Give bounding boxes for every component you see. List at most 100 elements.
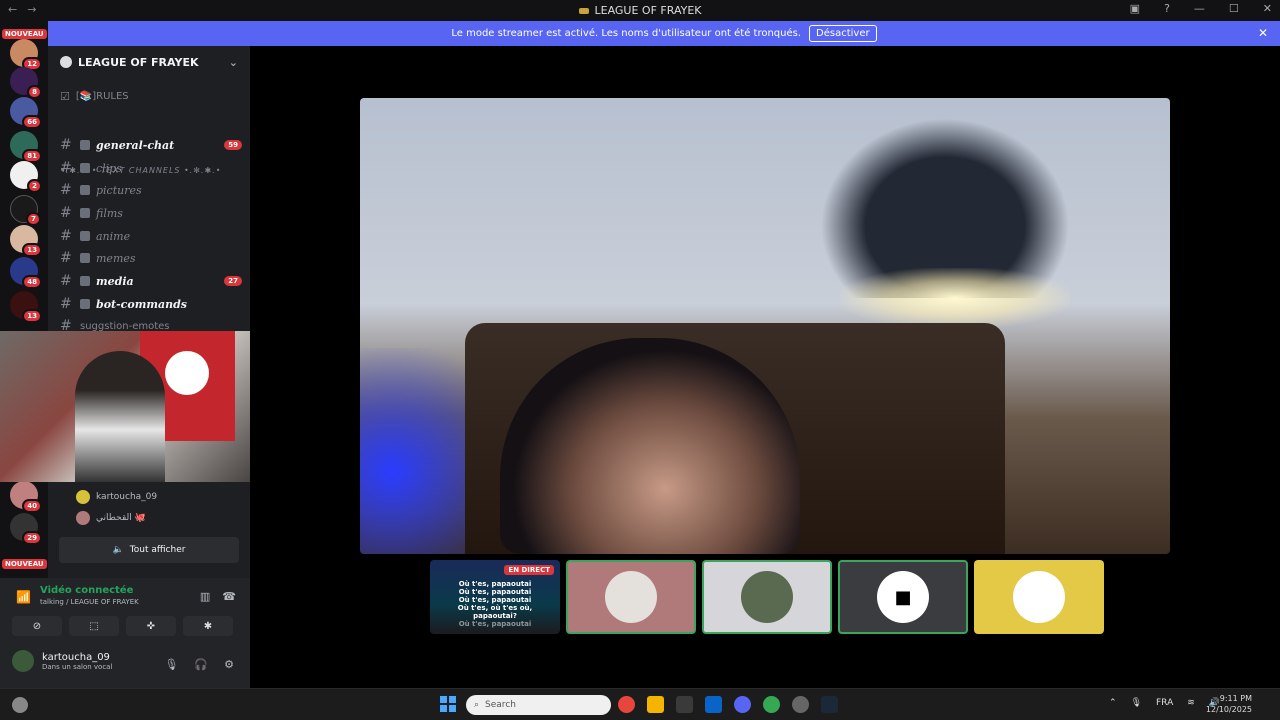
participant-tile[interactable] bbox=[702, 560, 832, 634]
server-icon[interactable]: 81 bbox=[10, 131, 42, 163]
widgets-icon[interactable] bbox=[12, 697, 28, 713]
chrome-icon[interactable] bbox=[618, 696, 635, 713]
minimize-icon[interactable]: — bbox=[1194, 2, 1205, 15]
avatar bbox=[1013, 571, 1065, 623]
channel-pictures[interactable]: # pictures bbox=[56, 180, 242, 200]
titlebar-controls: ▣ ? — ☐ ✕ bbox=[1130, 2, 1272, 15]
disable-streamer-button[interactable]: Désactiver bbox=[809, 25, 877, 42]
main-video-feed[interactable] bbox=[360, 98, 1170, 554]
hash-icon: # bbox=[60, 182, 72, 198]
microphone-icon[interactable]: 🎙 bbox=[164, 658, 178, 671]
avatar bbox=[76, 490, 90, 504]
headphones-icon[interactable]: 🎧 bbox=[194, 658, 208, 671]
hash-icon: # bbox=[60, 250, 72, 266]
hash-icon: # bbox=[60, 273, 72, 289]
signal-icon[interactable]: 📶 bbox=[16, 590, 31, 604]
hash-icon: # bbox=[60, 137, 72, 153]
channel-anime[interactable]: # anime bbox=[56, 226, 242, 246]
server-icon[interactable]: 66 bbox=[10, 97, 42, 129]
disconnect-icon[interactable]: ☎ bbox=[222, 590, 236, 603]
maximize-icon[interactable]: ☐ bbox=[1229, 2, 1239, 15]
checkbox-icon: ☑ bbox=[60, 89, 70, 103]
hash-icon: # bbox=[60, 296, 72, 312]
channel-emoji-icon bbox=[80, 163, 90, 173]
stream-lyrics: Où t'es, papaoutai Où t'es, papaoutai Où… bbox=[457, 580, 533, 628]
gear-icon[interactable]: ⚙ bbox=[224, 658, 234, 671]
show-all-button[interactable]: 🔈 Tout afficher bbox=[59, 537, 239, 563]
participant-tile[interactable] bbox=[974, 560, 1104, 634]
screen-share-button[interactable]: ⬚ bbox=[69, 616, 119, 636]
outlook-icon[interactable] bbox=[705, 696, 722, 713]
forward-arrow-icon[interactable]: → bbox=[27, 3, 36, 16]
window-titlebar: ← → LEAGUE OF FRAYEK ▣ ? — ☐ ✕ bbox=[0, 0, 1280, 21]
streamer-mode-banner: Le mode streamer est activé. Les noms d'… bbox=[48, 21, 1280, 46]
inbox-icon[interactable]: ▣ bbox=[1130, 2, 1140, 15]
back-arrow-icon[interactable]: ← bbox=[8, 3, 17, 16]
close-window-icon[interactable]: ✕ bbox=[1263, 2, 1272, 15]
user-info: kartoucha_09 Dans un salon vocal bbox=[42, 652, 112, 671]
streamer-figure bbox=[75, 351, 165, 482]
wifi-icon[interactable]: ≋ bbox=[1187, 698, 1195, 708]
stream-tile[interactable]: EN DIRECT Où t'es, papaoutai Où t'es, pa… bbox=[430, 560, 560, 634]
channel-rules[interactable]: ☑ [📚]RULES bbox=[56, 86, 242, 106]
channel-emoji-icon bbox=[80, 231, 90, 241]
voice-action-buttons: ⊘ ⬚ ✜ ✱ bbox=[12, 616, 240, 636]
avatar bbox=[741, 571, 793, 623]
soundboard-icon: ✱ bbox=[203, 620, 213, 632]
flag-emblem bbox=[165, 351, 209, 395]
app-icon[interactable] bbox=[792, 696, 809, 713]
server-icon[interactable]: 40 bbox=[10, 481, 42, 513]
discord-icon[interactable] bbox=[734, 696, 751, 713]
channel-bot-commands[interactable]: # bot-commands bbox=[56, 294, 242, 314]
language-indicator[interactable]: FRA bbox=[1156, 698, 1173, 708]
microphone-icon[interactable]: 🎙 bbox=[1131, 698, 1142, 708]
server-icon[interactable]: 48 bbox=[10, 257, 42, 289]
new-badge-bottom: NOUVEAU bbox=[2, 559, 47, 569]
live-badge: EN DIRECT bbox=[504, 565, 554, 575]
voice-user[interactable]: kartoucha_09 bbox=[76, 487, 157, 507]
server-header[interactable]: LEAGUE OF FRAYEK ⌄ bbox=[48, 46, 250, 78]
channel-media[interactable]: # media 27 bbox=[56, 271, 242, 291]
participant-tile[interactable]: ■ bbox=[838, 560, 968, 634]
server-icon[interactable]: 29 bbox=[10, 513, 42, 545]
system-tray: ⌃ 🎙 FRA ≋ 🔊 bbox=[1109, 698, 1220, 708]
channel-films[interactable]: # films bbox=[56, 203, 242, 223]
voice-status[interactable]: Vidéo connectée bbox=[40, 585, 133, 596]
noise-suppression-icon[interactable]: ▥ bbox=[200, 590, 210, 603]
steam-icon[interactable] bbox=[821, 696, 838, 713]
participant-tiles: EN DIRECT Où t'es, papaoutai Où t'es, pa… bbox=[430, 560, 1104, 634]
user-panel[interactable]: kartoucha_09 Dans un salon vocal bbox=[12, 650, 112, 672]
taskbar-clock[interactable]: 9:11 PM 12/10/2025 bbox=[1206, 693, 1252, 715]
server-icon-small bbox=[60, 56, 72, 68]
help-icon[interactable]: ? bbox=[1164, 2, 1170, 15]
server-icon[interactable]: 13 bbox=[10, 225, 42, 257]
start-button[interactable] bbox=[440, 696, 456, 712]
server-icon[interactable]: 12 bbox=[10, 39, 42, 71]
chrome-icon[interactable] bbox=[763, 696, 780, 713]
taskbar-search[interactable]: ⌕ Search bbox=[466, 695, 611, 715]
channel-clips[interactable]: # clips bbox=[56, 158, 242, 178]
store-icon[interactable] bbox=[676, 696, 693, 713]
channel-memes[interactable]: # memes bbox=[56, 248, 242, 268]
server-icon[interactable]: 13 bbox=[10, 291, 42, 323]
camera-off-button[interactable]: ⊘ bbox=[12, 616, 62, 636]
voice-location[interactable]: talking / LEAGUE OF FRAYEK bbox=[40, 598, 139, 606]
server-emblem-icon bbox=[578, 7, 589, 14]
banner-close-icon[interactable]: ✕ bbox=[1258, 26, 1268, 40]
server-icon[interactable]: 7 bbox=[10, 195, 41, 226]
hash-icon: # bbox=[60, 205, 72, 221]
gamepad-icon: ✜ bbox=[146, 620, 156, 632]
voice-panel-actions: ▥ ☎ bbox=[200, 590, 236, 603]
chevron-up-icon[interactable]: ⌃ bbox=[1109, 698, 1117, 708]
server-icon[interactable]: 8 bbox=[10, 67, 42, 99]
participant-tile[interactable] bbox=[566, 560, 696, 634]
soundboard-button[interactable]: ✱ bbox=[183, 616, 233, 636]
activities-button[interactable]: ✜ bbox=[126, 616, 176, 636]
hash-icon: # bbox=[60, 160, 72, 176]
channel-emoji-icon bbox=[80, 208, 90, 218]
server-icon[interactable]: 2 bbox=[10, 161, 42, 193]
voice-user[interactable]: القحطاني 🐙 bbox=[76, 508, 146, 528]
channel-emoji-icon bbox=[80, 253, 90, 263]
channel-general-chat[interactable]: # general-chat 59 bbox=[56, 135, 242, 155]
folder-icon[interactable] bbox=[647, 696, 664, 713]
